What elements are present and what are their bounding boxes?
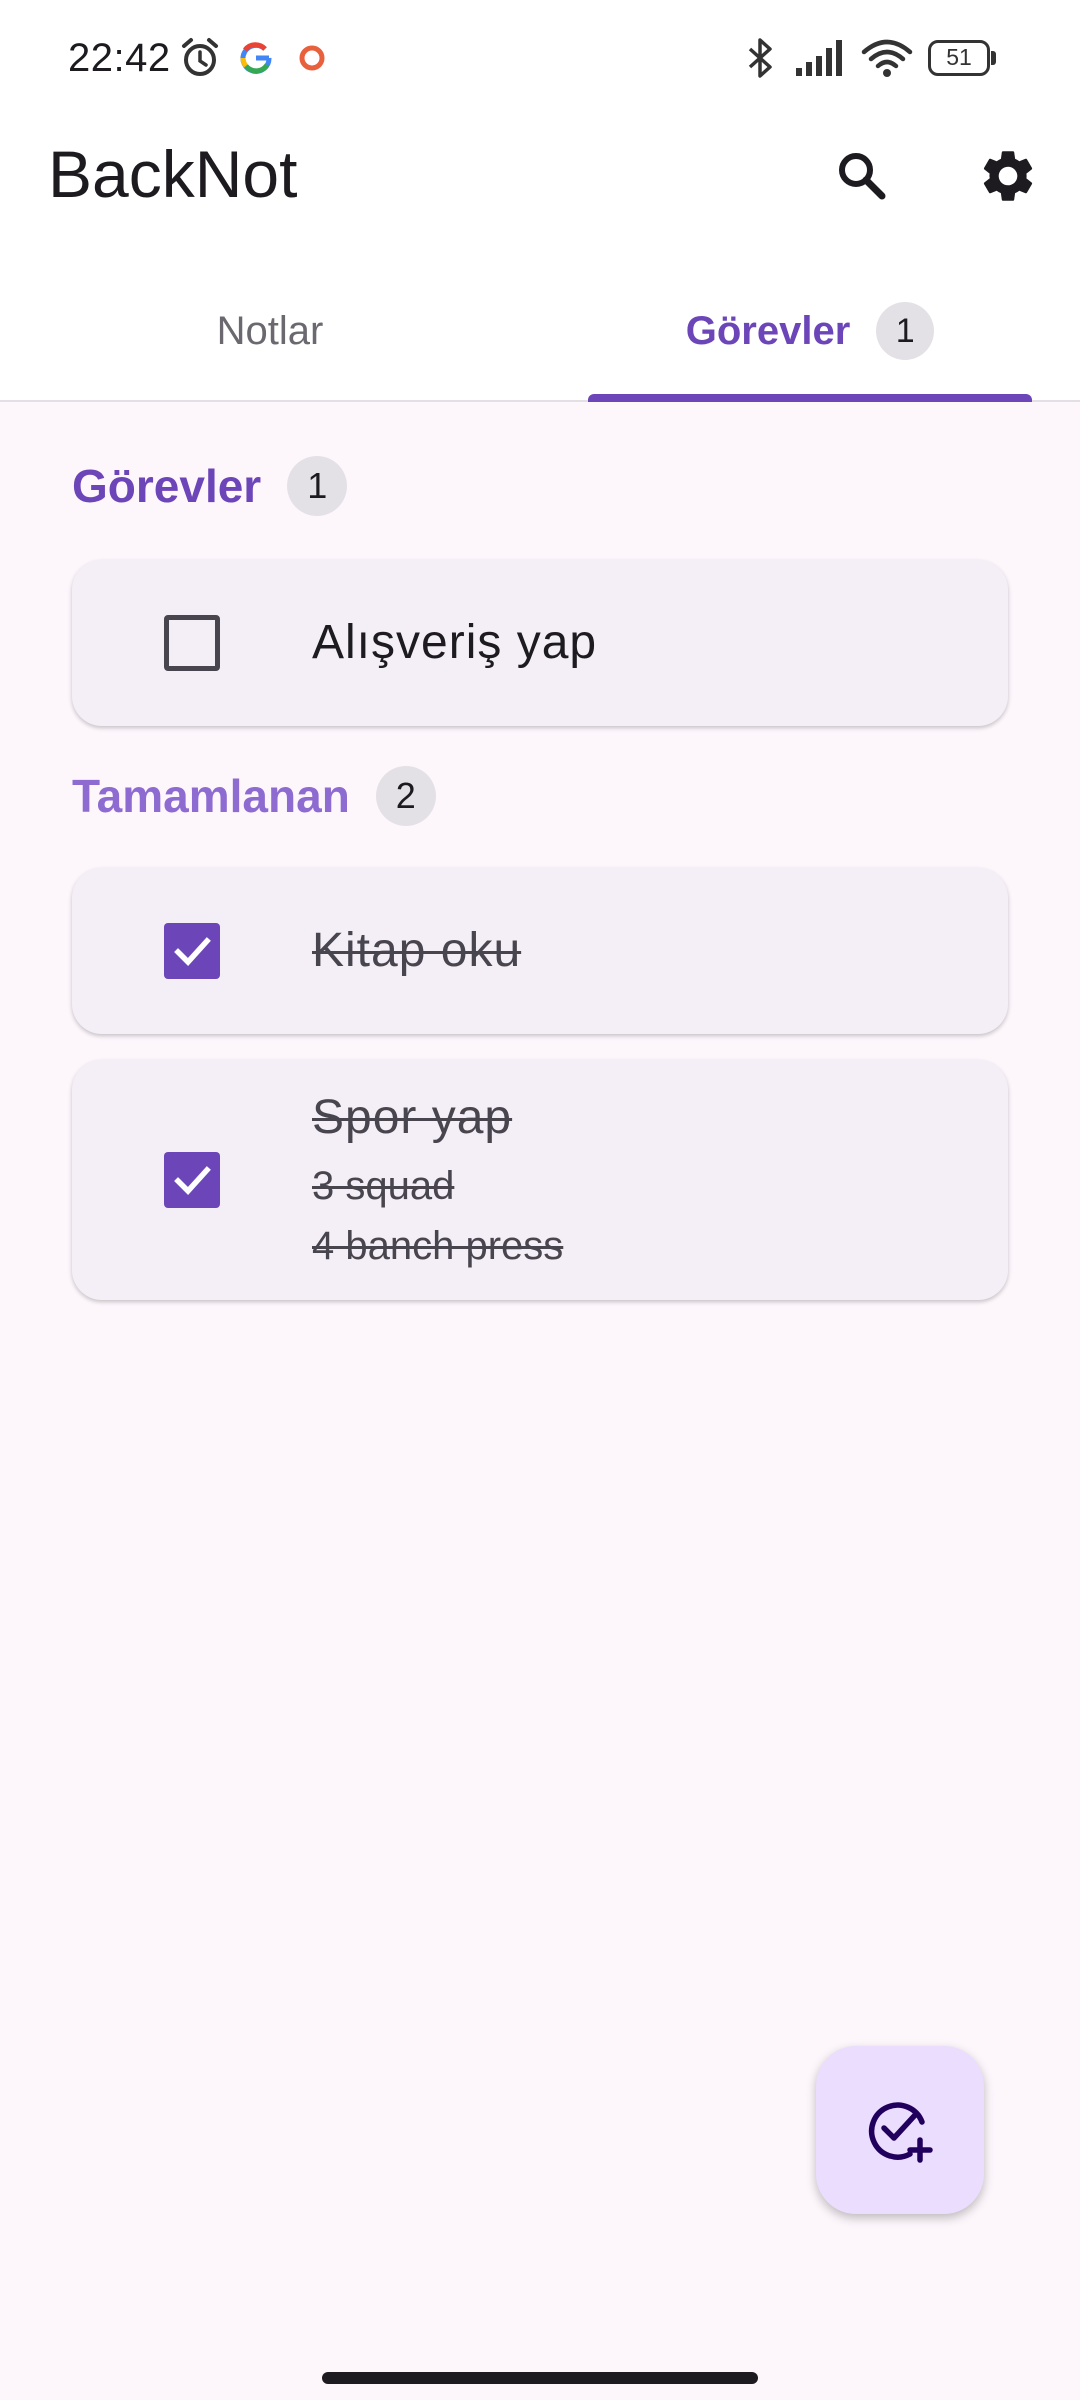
- tab-bar: Notlar Görevler 1: [0, 260, 1080, 402]
- section-title: Tamamlanan: [72, 770, 350, 822]
- battery-icon: 51: [928, 40, 996, 76]
- tab-notlar-label: Notlar: [216, 308, 324, 353]
- google-icon: [240, 42, 272, 74]
- task-card[interactable]: Spor yap 3 squad 4 banch press: [72, 1060, 1008, 1300]
- section-count-badge: 2: [375, 766, 436, 826]
- screen: 22:42 51 BackNot Notlar Görevler 1 Görev…: [0, 0, 1080, 2400]
- status-bar: 22:42 51: [0, 0, 1080, 118]
- home-indicator[interactable]: [322, 2372, 758, 2384]
- settings-icon: [983, 151, 1033, 201]
- tab-notlar[interactable]: Notlar: [0, 260, 540, 402]
- section-header-completed: Tamamlanan 2: [72, 766, 436, 826]
- check-icon: [174, 1166, 211, 1195]
- task-checkbox[interactable]: [164, 615, 220, 671]
- section-header-pending: Görevler 1: [72, 456, 348, 516]
- battery-level: 51: [946, 44, 972, 70]
- add-task-button[interactable]: [816, 2046, 984, 2214]
- tab-indicator: [588, 394, 1032, 402]
- section-count-badge: 1: [287, 456, 348, 516]
- tab-gorevler-label: Görevler: [685, 308, 851, 353]
- task-detail-line: 3 squad: [312, 1164, 455, 1208]
- wifi-icon: [861, 39, 913, 77]
- app-title: BackNot: [48, 137, 298, 211]
- bluetooth-icon: [748, 38, 772, 78]
- alarm-icon: [182, 38, 218, 76]
- task-card[interactable]: Kitap oku: [72, 868, 1008, 1034]
- section-title: Görevler: [72, 460, 262, 512]
- task-title: Alışveriş yap: [312, 616, 598, 669]
- settings-button[interactable]: [968, 136, 1048, 216]
- status-time: 22:42: [68, 36, 171, 80]
- task-checkbox[interactable]: [164, 923, 220, 979]
- task-checkbox[interactable]: [164, 1152, 220, 1208]
- search-button[interactable]: [822, 136, 902, 216]
- app-bar: BackNot: [0, 118, 1080, 228]
- signal-icon: [796, 40, 842, 76]
- check-icon: [174, 937, 211, 966]
- task-detail-line: 4 banch press: [312, 1224, 564, 1268]
- task-title: Spor yap: [312, 1091, 513, 1144]
- tab-gorevler[interactable]: Görevler 1: [540, 260, 1080, 402]
- search-icon: [839, 153, 886, 200]
- task-card[interactable]: Alışveriş yap: [72, 560, 1008, 726]
- tab-count-badge: 1: [876, 302, 935, 360]
- notification-dot-icon: [299, 45, 325, 71]
- task-title: Kitap oku: [312, 924, 522, 977]
- add-task-icon: [868, 2102, 933, 2163]
